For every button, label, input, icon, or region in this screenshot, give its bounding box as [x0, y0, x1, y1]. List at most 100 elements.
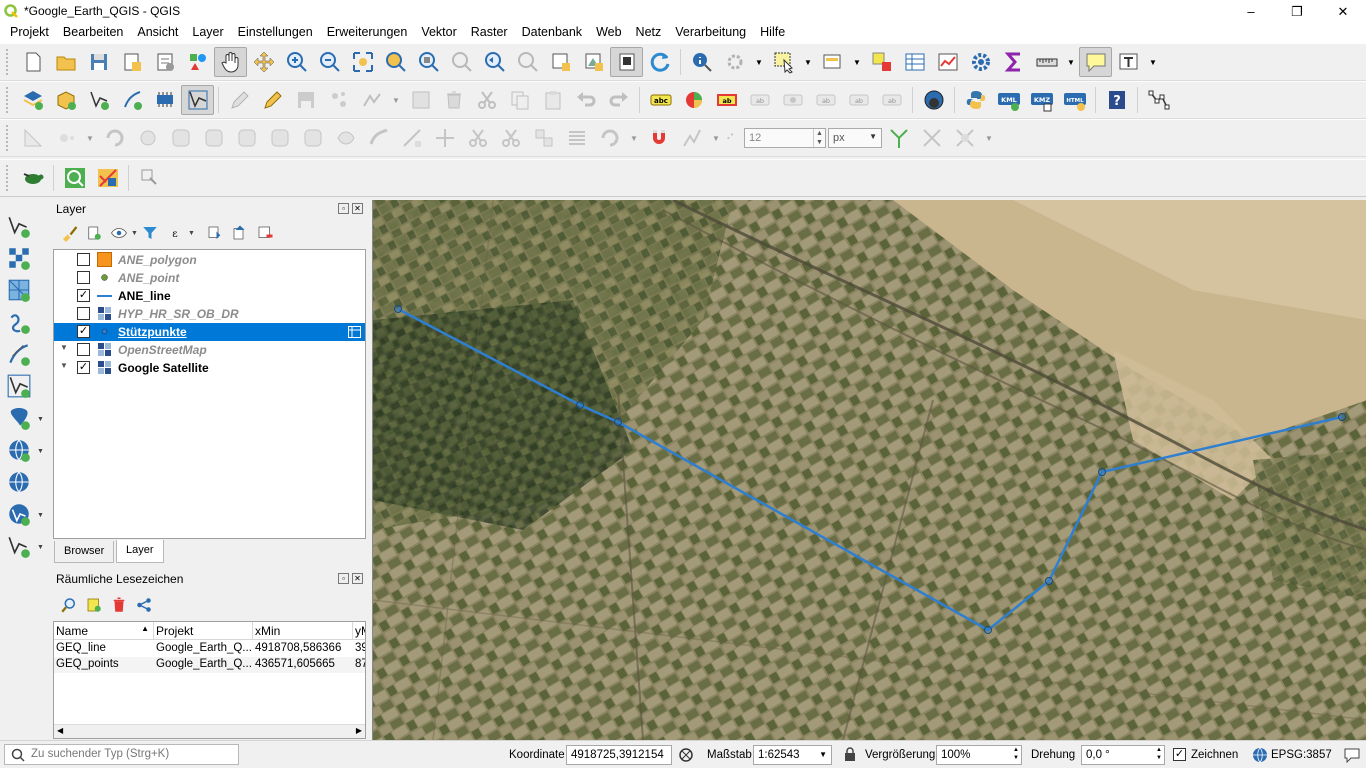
zoom-to-bookmark-icon[interactable]	[56, 594, 81, 616]
new-virtual-layer-icon[interactable]	[181, 85, 214, 115]
maximize-button[interactable]: ❐	[1274, 0, 1320, 23]
text-annotation-icon[interactable]	[1112, 47, 1145, 77]
layer-visibility-checkbox[interactable]: ✓	[77, 289, 90, 302]
vertex-tool-icon[interactable]	[355, 85, 388, 115]
add-raster-layer-icon[interactable]	[6, 245, 34, 273]
minimize-button[interactable]: –	[1228, 0, 1274, 23]
add-ring-icon[interactable]	[164, 123, 197, 153]
fill-ring-icon[interactable]	[230, 123, 263, 153]
menu-layer[interactable]: Layer	[184, 23, 229, 43]
add-wms-layer-icon[interactable]	[6, 437, 34, 465]
add-wcs-layer-icon[interactable]	[6, 501, 34, 529]
add-spatialite-layer-icon[interactable]	[6, 341, 34, 369]
cut-features-icon[interactable]	[470, 85, 503, 115]
zoom-to-selection-icon[interactable]	[379, 47, 412, 77]
select-features-icon[interactable]	[767, 47, 800, 77]
expand-all-icon[interactable]	[203, 222, 228, 244]
visibility-eye-icon[interactable]	[106, 222, 131, 244]
menu-projekt[interactable]: Projekt	[0, 23, 55, 43]
trim-extend-icon[interactable]	[428, 123, 461, 153]
new-print-layout-icon[interactable]	[115, 47, 148, 77]
modify-attributes-icon[interactable]	[404, 85, 437, 115]
bookmark-name-cell[interactable]: GEQ_line	[54, 641, 154, 657]
float-panel-icon[interactable]: ▫	[338, 573, 349, 584]
layer-visibility-checkbox[interactable]	[77, 253, 90, 266]
new-spatialite-icon[interactable]	[115, 85, 148, 115]
chevron-down-icon[interactable]: ▼	[388, 85, 404, 115]
chevron-down-icon[interactable]: ▼	[37, 512, 44, 519]
share-bookmark-icon[interactable]	[131, 594, 156, 616]
locator-search-input[interactable]: Zu suchender Typ (Strg+K)	[4, 744, 239, 765]
save-edits-icon[interactable]	[289, 85, 322, 115]
snapping-vertex-icon[interactable]	[675, 123, 708, 153]
bookmark-xmin-cell[interactable]: 4918708,586366	[253, 641, 353, 657]
vertex-point[interactable]	[576, 401, 584, 409]
rotate-label-icon[interactable]: ab	[842, 85, 875, 115]
bookmark-xmin-cell[interactable]: 436571,605665	[253, 657, 353, 673]
snapping-dots-icon[interactable]	[724, 123, 740, 153]
spin-arrows-icon[interactable]: ▲ ▼	[1013, 746, 1019, 762]
spin-arrows-icon[interactable]: ▲ ▼	[1156, 746, 1162, 762]
horizontal-scrollbar[interactable]: ◀ ▶	[54, 724, 365, 738]
menu-vektor[interactable]: Vektor	[413, 23, 462, 43]
delete-bookmark-icon[interactable]	[106, 594, 131, 616]
menu-web[interactable]: Web	[588, 23, 627, 43]
column-header-xmin[interactable]: xMin	[253, 622, 353, 640]
menu-einstellungen[interactable]: Einstellungen	[230, 23, 319, 43]
menu-datenbank[interactable]: Datenbank	[514, 23, 588, 43]
add-postgis-layer-icon[interactable]	[6, 405, 34, 433]
map-plugin-icon[interactable]	[91, 163, 124, 193]
html-export-icon[interactable]: HTML	[1058, 85, 1091, 115]
chevron-down-icon[interactable]: ▼	[37, 416, 44, 423]
chevron-down-icon[interactable]: ▼	[1145, 47, 1161, 77]
layer-row-ane-point[interactable]: ANE_point	[54, 269, 365, 287]
deselect-all-icon[interactable]	[865, 47, 898, 77]
menu-ansicht[interactable]: Ansicht	[129, 23, 184, 43]
offset-curve-icon[interactable]	[362, 123, 395, 153]
move-feature-icon[interactable]	[49, 123, 82, 153]
chevron-down-icon[interactable]: ▼	[37, 544, 44, 551]
layer-row-hyp[interactable]: HYP_HR_SR_OB_DR	[54, 305, 365, 323]
rotate-point-symbols-icon[interactable]	[593, 123, 626, 153]
python-console-icon[interactable]	[959, 85, 992, 115]
style-manager-icon[interactable]	[181, 47, 214, 77]
chevron-down-icon[interactable]: ▼	[82, 123, 98, 153]
close-panel-icon[interactable]: ✕	[352, 573, 363, 584]
snapping-unit-select[interactable]: px ▼	[828, 128, 882, 148]
map-tips-icon[interactable]	[1079, 47, 1112, 77]
undo-icon[interactable]	[569, 85, 602, 115]
crs-label[interactable]: EPSG:3857	[1271, 749, 1332, 761]
toolbox-gear-icon[interactable]	[964, 47, 997, 77]
run-feature-action-icon[interactable]	[718, 47, 751, 77]
chevron-down-icon[interactable]: ▼	[849, 47, 865, 77]
close-button[interactable]: ✕	[1320, 0, 1366, 23]
rotation-spinbox[interactable]: 0,0 ° ▲ ▼	[1081, 745, 1165, 765]
add-point-feature-icon[interactable]	[322, 85, 355, 115]
toolbar-handle[interactable]	[6, 165, 12, 191]
kml-export-icon[interactable]: KML	[992, 85, 1025, 115]
filter-expression-icon[interactable]: ε	[163, 222, 188, 244]
chevron-down-icon[interactable]: ▼	[708, 123, 724, 153]
chevron-down-icon[interactable]: ▼	[1063, 47, 1079, 77]
zoom-native-icon[interactable]	[445, 47, 478, 77]
render-checkbox[interactable]: ✓	[1173, 748, 1186, 761]
data-source-manager-icon[interactable]	[16, 85, 49, 115]
identify-icon[interactable]	[685, 47, 718, 77]
avoid-overlap-icon[interactable]	[948, 123, 981, 153]
chevron-down-icon[interactable]: ▼	[131, 230, 138, 237]
statistics-icon[interactable]	[931, 47, 964, 77]
digitize-triangle-icon[interactable]	[16, 123, 49, 153]
bookmark-project-cell[interactable]: Google_Earth_Q...	[154, 641, 253, 657]
chevron-down-icon[interactable]: ▼	[800, 47, 816, 77]
layer-row-ane-polygon[interactable]: ANE_polygon	[54, 251, 365, 269]
layer-visibility-checkbox[interactable]: ✓	[77, 325, 90, 338]
toolbar-handle[interactable]	[6, 49, 12, 75]
coordinate-field[interactable]: 4918725,3912154	[566, 745, 672, 765]
network-globe-icon[interactable]	[917, 85, 950, 115]
pan-to-selection-icon[interactable]	[247, 47, 280, 77]
add-mesh-layer-icon[interactable]	[6, 277, 34, 305]
new-3d-view-icon[interactable]	[577, 47, 610, 77]
show-hide-label-icon[interactable]	[776, 85, 809, 115]
current-edits-icon[interactable]	[223, 85, 256, 115]
select-by-value-icon[interactable]	[816, 47, 849, 77]
